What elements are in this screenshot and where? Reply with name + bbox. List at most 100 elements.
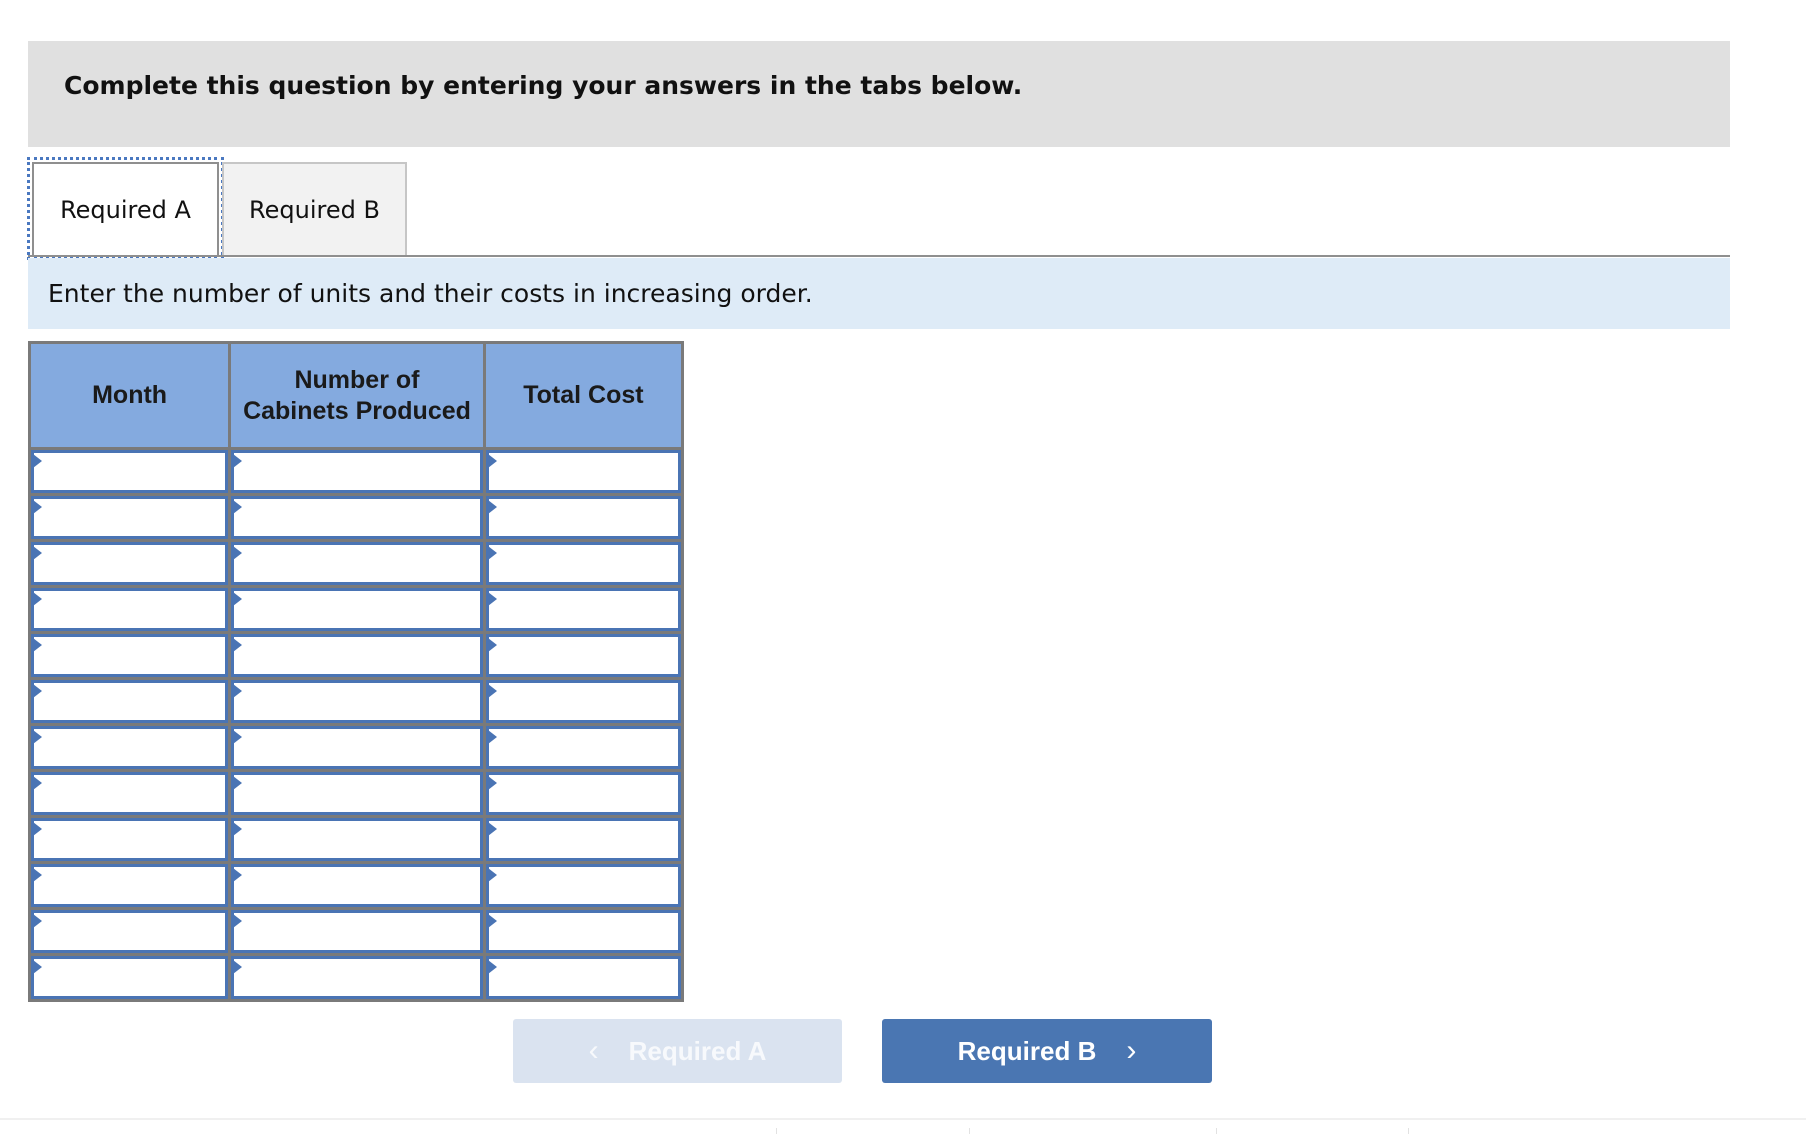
cabinets-produced-input[interactable] [234, 453, 480, 490]
table-cell [31, 496, 229, 539]
cabinets-produced-input[interactable] [234, 775, 480, 812]
table-cell [231, 864, 483, 907]
month-input[interactable] [34, 499, 226, 536]
table-cell [485, 496, 681, 539]
cabinets-produced-input[interactable] [234, 867, 480, 904]
table-cell [31, 542, 229, 585]
total-cost-input[interactable] [488, 637, 678, 674]
total-cost-input[interactable] [488, 775, 678, 812]
table-cell [231, 588, 483, 631]
table-row [31, 631, 681, 677]
month-input[interactable] [34, 545, 226, 582]
table-cell [31, 726, 229, 769]
cabinets-produced-input[interactable] [234, 729, 480, 766]
footer-divider [0, 1118, 1806, 1120]
table-cell [31, 956, 229, 999]
table-cell [485, 680, 681, 723]
month-input[interactable] [34, 775, 226, 812]
footer-separator [1408, 1128, 1409, 1134]
table-cell [231, 450, 483, 493]
table-cell [31, 864, 229, 907]
table-cell [485, 726, 681, 769]
column-header-label: Total Cost [523, 381, 644, 409]
tab-label: Required A [60, 195, 191, 224]
table-cell [231, 910, 483, 953]
instructions-text: Complete this question by entering your … [64, 71, 1023, 100]
table-cell [231, 818, 483, 861]
table-cell [485, 450, 681, 493]
total-cost-input[interactable] [488, 729, 678, 766]
table-cell [231, 726, 483, 769]
table-cell [231, 956, 483, 999]
column-header-line: Cabinets Produced [243, 396, 471, 425]
answer-table: Month Number of Cabinets Produced Total … [28, 341, 684, 1002]
table-cell [231, 542, 483, 585]
cabinets-produced-input[interactable] [234, 499, 480, 536]
month-input[interactable] [34, 959, 226, 996]
table-cell [31, 772, 229, 815]
table-cell [485, 634, 681, 677]
month-input[interactable] [34, 683, 226, 720]
total-cost-input[interactable] [488, 867, 678, 904]
total-cost-input[interactable] [488, 821, 678, 858]
cabinets-produced-input[interactable] [234, 545, 480, 582]
table-cell [485, 542, 681, 585]
cabinets-produced-input[interactable] [234, 637, 480, 674]
tab-baseline [28, 255, 1730, 257]
total-cost-input[interactable] [488, 591, 678, 628]
month-input[interactable] [34, 913, 226, 950]
tab-required-b[interactable]: Required B [222, 162, 407, 255]
prompt-text: Enter the number of units and their cost… [48, 279, 813, 308]
table-header: Month Number of Cabinets Produced Total … [31, 344, 681, 447]
table-cell [485, 864, 681, 907]
table-cell [31, 450, 229, 493]
month-input[interactable] [34, 821, 226, 858]
table-row [31, 677, 681, 723]
table-row [31, 815, 681, 861]
column-header-label: Month [92, 381, 168, 409]
table-cell [485, 910, 681, 953]
total-cost-input[interactable] [488, 545, 678, 582]
cabinets-produced-input[interactable] [234, 959, 480, 996]
table-cell [31, 634, 229, 677]
table-cell [231, 634, 483, 677]
month-input[interactable] [34, 867, 226, 904]
cabinets-produced-input[interactable] [234, 591, 480, 628]
footer-separator [776, 1128, 777, 1134]
column-header-month: Month [31, 344, 229, 447]
tab-bar: Required A Required B [27, 157, 1730, 260]
total-cost-input[interactable] [488, 959, 678, 996]
chevron-right-icon: › [1126, 1034, 1137, 1067]
cabinets-produced-input[interactable] [234, 913, 480, 950]
table-cell [31, 680, 229, 723]
total-cost-input[interactable] [488, 499, 678, 536]
total-cost-input[interactable] [488, 683, 678, 720]
table-row [31, 493, 681, 539]
total-cost-input[interactable] [488, 453, 678, 490]
previous-tab-button[interactable]: ‹ Required A [513, 1019, 842, 1083]
previous-tab-label: Required A [628, 1035, 767, 1066]
instructions-banner: Complete this question by entering your … [28, 41, 1730, 147]
table-cell [231, 496, 483, 539]
next-tab-button[interactable]: Required B › [882, 1019, 1212, 1083]
table-cell [31, 818, 229, 861]
cabinets-produced-input[interactable] [234, 683, 480, 720]
prompt-bar: Enter the number of units and their cost… [28, 258, 1730, 329]
month-input[interactable] [34, 453, 226, 490]
table-row [31, 769, 681, 815]
table-row [31, 723, 681, 769]
column-header-label: Number of Cabinets Produced [243, 365, 471, 427]
month-input[interactable] [34, 637, 226, 674]
table-row [31, 953, 681, 999]
table-row [31, 861, 681, 907]
tab-required-a[interactable]: Required A [27, 157, 224, 260]
table-row [31, 539, 681, 585]
cabinets-produced-input[interactable] [234, 821, 480, 858]
table-body [31, 447, 681, 999]
month-input[interactable] [34, 591, 226, 628]
total-cost-input[interactable] [488, 913, 678, 950]
table-row [31, 585, 681, 631]
table-cell [231, 680, 483, 723]
footer-separator [969, 1128, 970, 1134]
month-input[interactable] [34, 729, 226, 766]
